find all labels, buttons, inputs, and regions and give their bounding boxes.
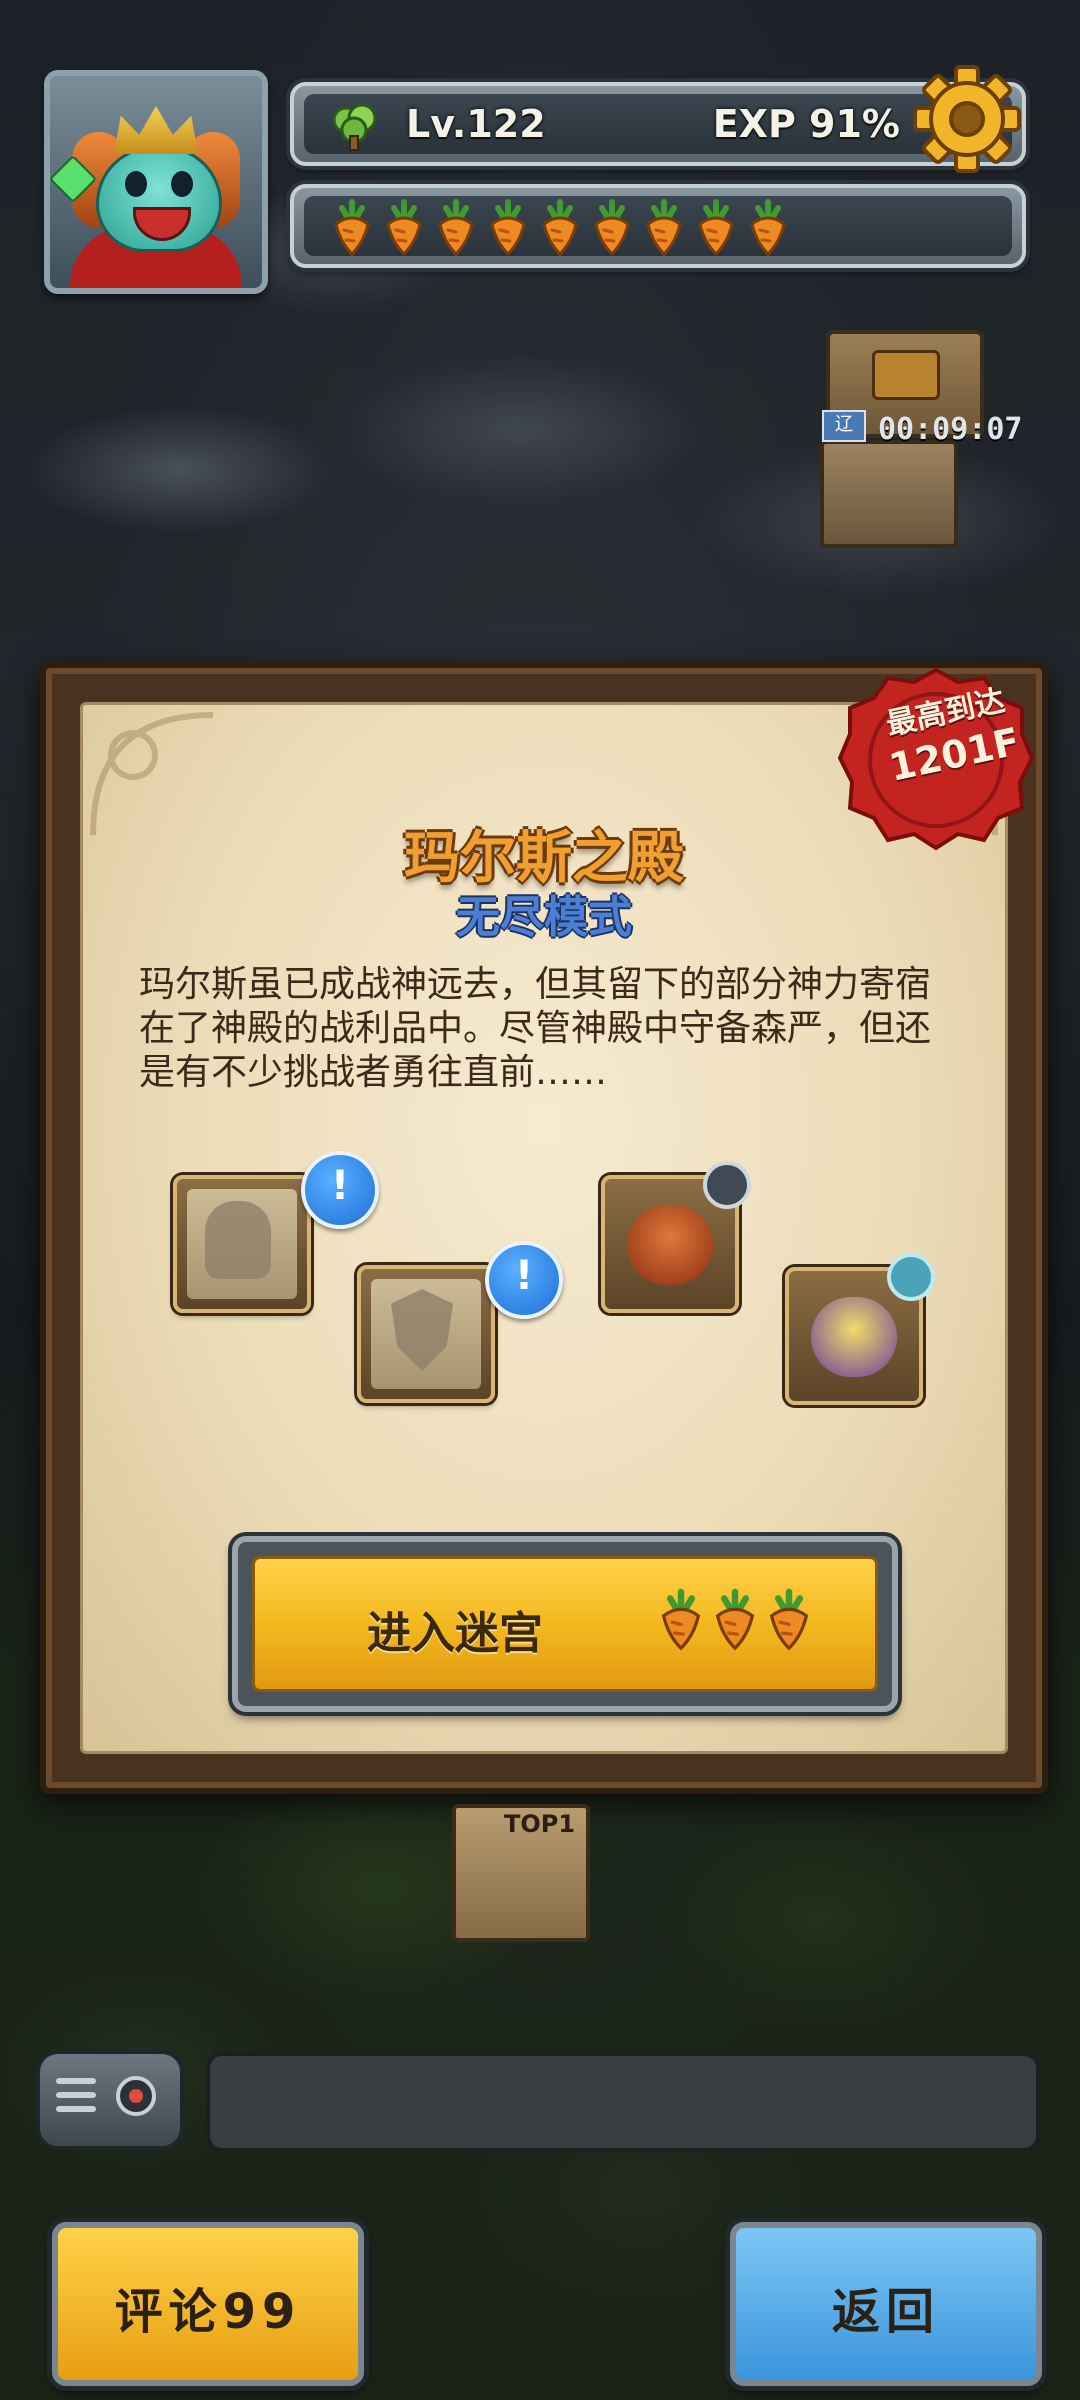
enter-button-face: 进入迷宫 xyxy=(252,1556,878,1692)
carrot-icon xyxy=(646,199,682,256)
info-bubble-icon[interactable]: ! xyxy=(301,1151,379,1229)
radio-chat-icon[interactable] xyxy=(36,2050,184,2150)
tree-icon xyxy=(332,103,377,151)
carrot-icon xyxy=(661,1588,701,1651)
comments-button[interactable]: 评论99 xyxy=(52,2222,364,2386)
princess-portrait xyxy=(811,1297,897,1377)
comments-label: 评论99 xyxy=(114,2284,302,2340)
reward-slot-shield[interactable] xyxy=(357,1265,495,1403)
dungeon-description: 玛尔斯虽已成战神远去，但其留下的部分神力寄宿在了神殿的战利品中。尽管神殿中守备森… xyxy=(139,964,932,1093)
carrot-icon xyxy=(490,199,526,256)
carrot-icon xyxy=(438,199,474,256)
avatar-eye-left xyxy=(125,171,147,197)
carrot-icon xyxy=(542,199,578,256)
info-bubble-icon[interactable]: ! xyxy=(485,1241,563,1319)
element-badge-icon xyxy=(887,1253,935,1301)
carrot-icon xyxy=(698,199,734,256)
back-button[interactable]: 返回 xyxy=(730,2222,1042,2386)
carrot-icon xyxy=(334,199,370,256)
carrot-icon xyxy=(594,199,630,256)
carrot-icon xyxy=(715,1588,755,1651)
exp-percentage: EXP 91% xyxy=(712,102,900,146)
vase-icon xyxy=(205,1201,271,1279)
mode-subtitle: 无尽模式 xyxy=(456,892,632,943)
reward-slot-vase[interactable] xyxy=(173,1175,311,1313)
avatar-eye-right xyxy=(171,171,193,197)
stamina-carrots xyxy=(328,198,792,256)
timer-flag: 辽 xyxy=(822,410,866,442)
countdown-timer: 00:09:07 xyxy=(878,412,1023,447)
enter-cost-carrots xyxy=(655,1587,815,1651)
player-level: Lv.122 xyxy=(406,102,546,146)
carrot-icon xyxy=(750,199,786,256)
settings-gear-icon[interactable] xyxy=(912,64,1022,174)
carrot-icon xyxy=(769,1588,809,1651)
top-ranking-label: TOP1 xyxy=(504,1810,576,1838)
enter-maze-label: 进入迷宫 xyxy=(367,1608,543,1659)
element-badge-icon xyxy=(703,1161,751,1209)
back-label: 返回 xyxy=(831,2284,940,2340)
avatar-frog-head xyxy=(96,146,222,252)
carrot-icon xyxy=(386,199,422,256)
monster-portrait-card[interactable] xyxy=(820,440,958,548)
player-avatar[interactable] xyxy=(44,70,268,294)
warrior-portrait xyxy=(627,1205,713,1285)
chat-message-bar[interactable] xyxy=(206,2052,1040,2152)
avatar-mouth xyxy=(133,207,191,241)
treasure-chest-icon xyxy=(872,350,940,400)
enter-maze-button[interactable]: 进入迷宫 xyxy=(232,1536,898,1712)
stamina-bar xyxy=(290,184,1026,268)
radio-icon xyxy=(56,2076,156,2116)
